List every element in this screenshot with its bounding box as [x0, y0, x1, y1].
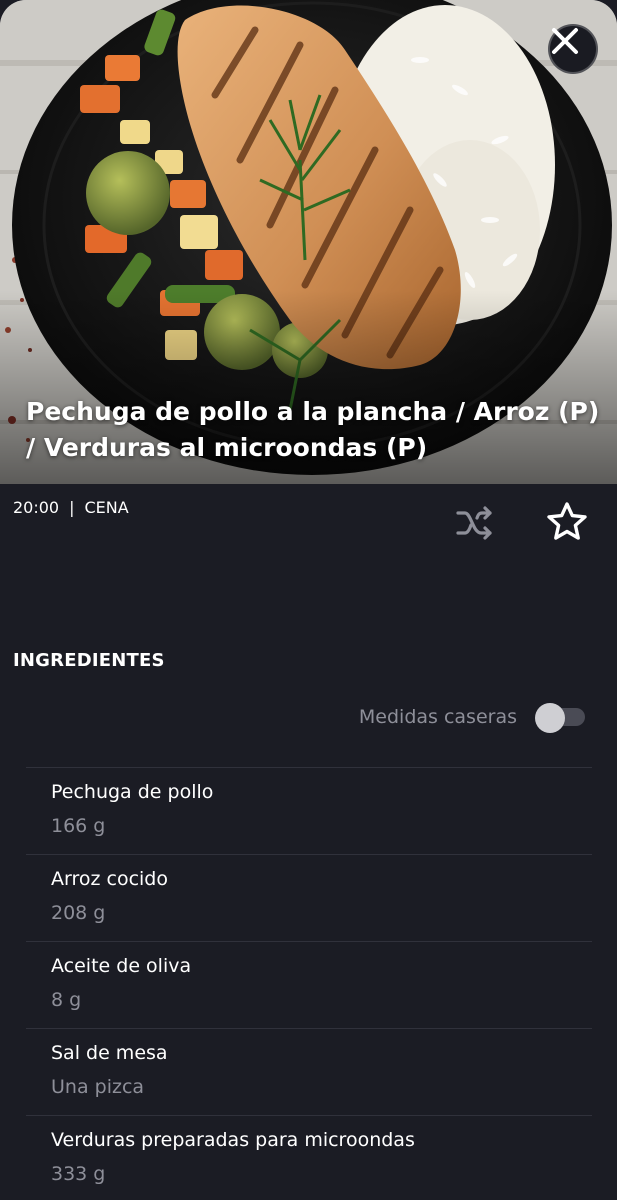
meal-meta: 20:00 | CENA	[13, 498, 129, 517]
ingredient-item: Pechuga de pollo 166 g	[26, 767, 592, 854]
ingredient-quantity: 8 g	[51, 989, 82, 1011]
ingredient-name: Aceite de oliva	[51, 955, 192, 977]
ingredient-item: Arroz cocido 208 g	[26, 854, 592, 941]
ingredients-heading: INGREDIENTES	[13, 650, 165, 671]
ingredient-name: Sal de mesa	[51, 1042, 168, 1064]
ingredient-quantity: 166 g	[51, 815, 106, 837]
ingredient-name: Arroz cocido	[51, 868, 168, 890]
shuffle-button[interactable]	[455, 503, 495, 543]
meal-hero-image: Pechuga de pollo a la plancha / Arroz (P…	[0, 0, 617, 484]
close-button[interactable]	[548, 24, 598, 74]
ingredient-quantity: Una pizca	[51, 1076, 145, 1098]
meal-time: 20:00	[13, 498, 60, 517]
household-measures-row: Medidas caseras	[358, 703, 587, 733]
ingredient-name: Verduras preparadas para microondas	[51, 1129, 415, 1151]
meta-separator: |	[69, 498, 75, 517]
ingredients-list: Pechuga de pollo 166 g Arroz cocido 208 …	[26, 767, 592, 1200]
star-outline-icon	[547, 502, 587, 540]
ingredient-quantity: 333 g	[51, 1163, 106, 1185]
meal-title: Pechuga de pollo a la plancha / Arroz (P…	[26, 397, 600, 462]
toggle-knob	[535, 703, 565, 733]
shuffle-icon	[456, 506, 492, 540]
close-icon	[552, 28, 578, 54]
ingredient-item: Aceite de oliva 8 g	[26, 941, 592, 1028]
ingredient-name: Pechuga de pollo	[51, 781, 214, 803]
ingredient-item: Verduras preparadas para microondas 333 …	[26, 1115, 592, 1200]
favorite-button[interactable]	[545, 500, 589, 544]
ingredient-quantity: 208 g	[51, 902, 106, 924]
meal-type: CENA	[84, 498, 129, 517]
household-measures-label: Medidas caseras	[358, 706, 517, 728]
household-measures-toggle[interactable]	[535, 703, 587, 733]
ingredient-item: Sal de mesa Una pizca	[26, 1028, 592, 1115]
